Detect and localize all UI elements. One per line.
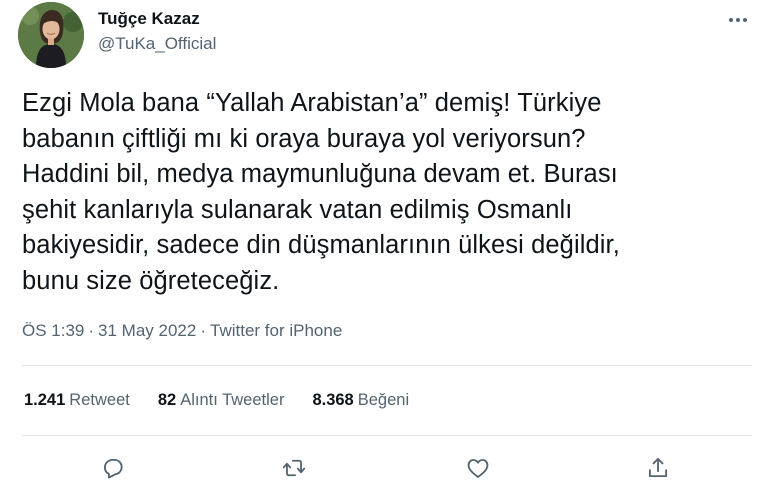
divider <box>22 365 752 366</box>
like-icon <box>467 459 489 478</box>
author-handle[interactable]: @TuKa_Official <box>98 34 216 54</box>
retweets-label: Retweet <box>69 391 130 409</box>
reply-button[interactable] <box>93 448 133 488</box>
more-dot <box>736 18 740 22</box>
retweets-count: 1.241 <box>24 391 66 409</box>
quotes-stat[interactable]: 82 Alıntı Tweetler <box>158 391 285 410</box>
author-display-name[interactable]: Tuğçe Kazaz <box>98 9 200 29</box>
divider <box>22 435 752 436</box>
reply-icon <box>103 458 123 479</box>
meta-separator: · <box>88 321 95 340</box>
tweet-source[interactable]: Twitter for iPhone <box>210 321 342 340</box>
tweet-card: Tuğçe Kazaz @TuKa_Official Ezgi Mola ban… <box>0 0 770 494</box>
likes-label: Beğeni <box>357 391 410 409</box>
more-dot <box>729 18 733 22</box>
more-options-icon[interactable] <box>722 6 754 34</box>
action-bar <box>0 448 770 488</box>
quotes-count: 82 <box>157 391 177 409</box>
share-icon <box>648 457 668 478</box>
likes-stat[interactable]: 8.368 Beğeni <box>312 391 409 410</box>
profile-photo-icon <box>18 2 84 68</box>
avatar[interactable] <box>18 2 84 68</box>
tweet-stats: 1.241 Retweet 82 Alıntı Tweetler 8.368 Beğe… <box>24 391 409 410</box>
tweet-date[interactable]: 31 May 2022 <box>98 321 196 340</box>
more-dot <box>743 18 747 22</box>
retweet-icon <box>282 459 306 477</box>
share-button[interactable] <box>638 448 678 488</box>
tweet-text: Ezgi Mola bana “Yallah Arabistan’a” demi… <box>22 89 620 295</box>
tweet-meta: ÖS 1:39 · 31 May 2022 · Twitter for iPhone <box>22 321 342 341</box>
retweets-stat[interactable]: 1.241 Retweet <box>24 391 130 410</box>
like-button[interactable] <box>458 448 498 488</box>
retweet-button[interactable] <box>274 448 314 488</box>
likes-count: 8.368 <box>312 391 354 409</box>
quotes-label: Alıntı Tweetler <box>180 391 285 409</box>
meta-separator: · <box>200 321 207 340</box>
tweet-time[interactable]: ÖS 1:39 <box>22 321 84 340</box>
